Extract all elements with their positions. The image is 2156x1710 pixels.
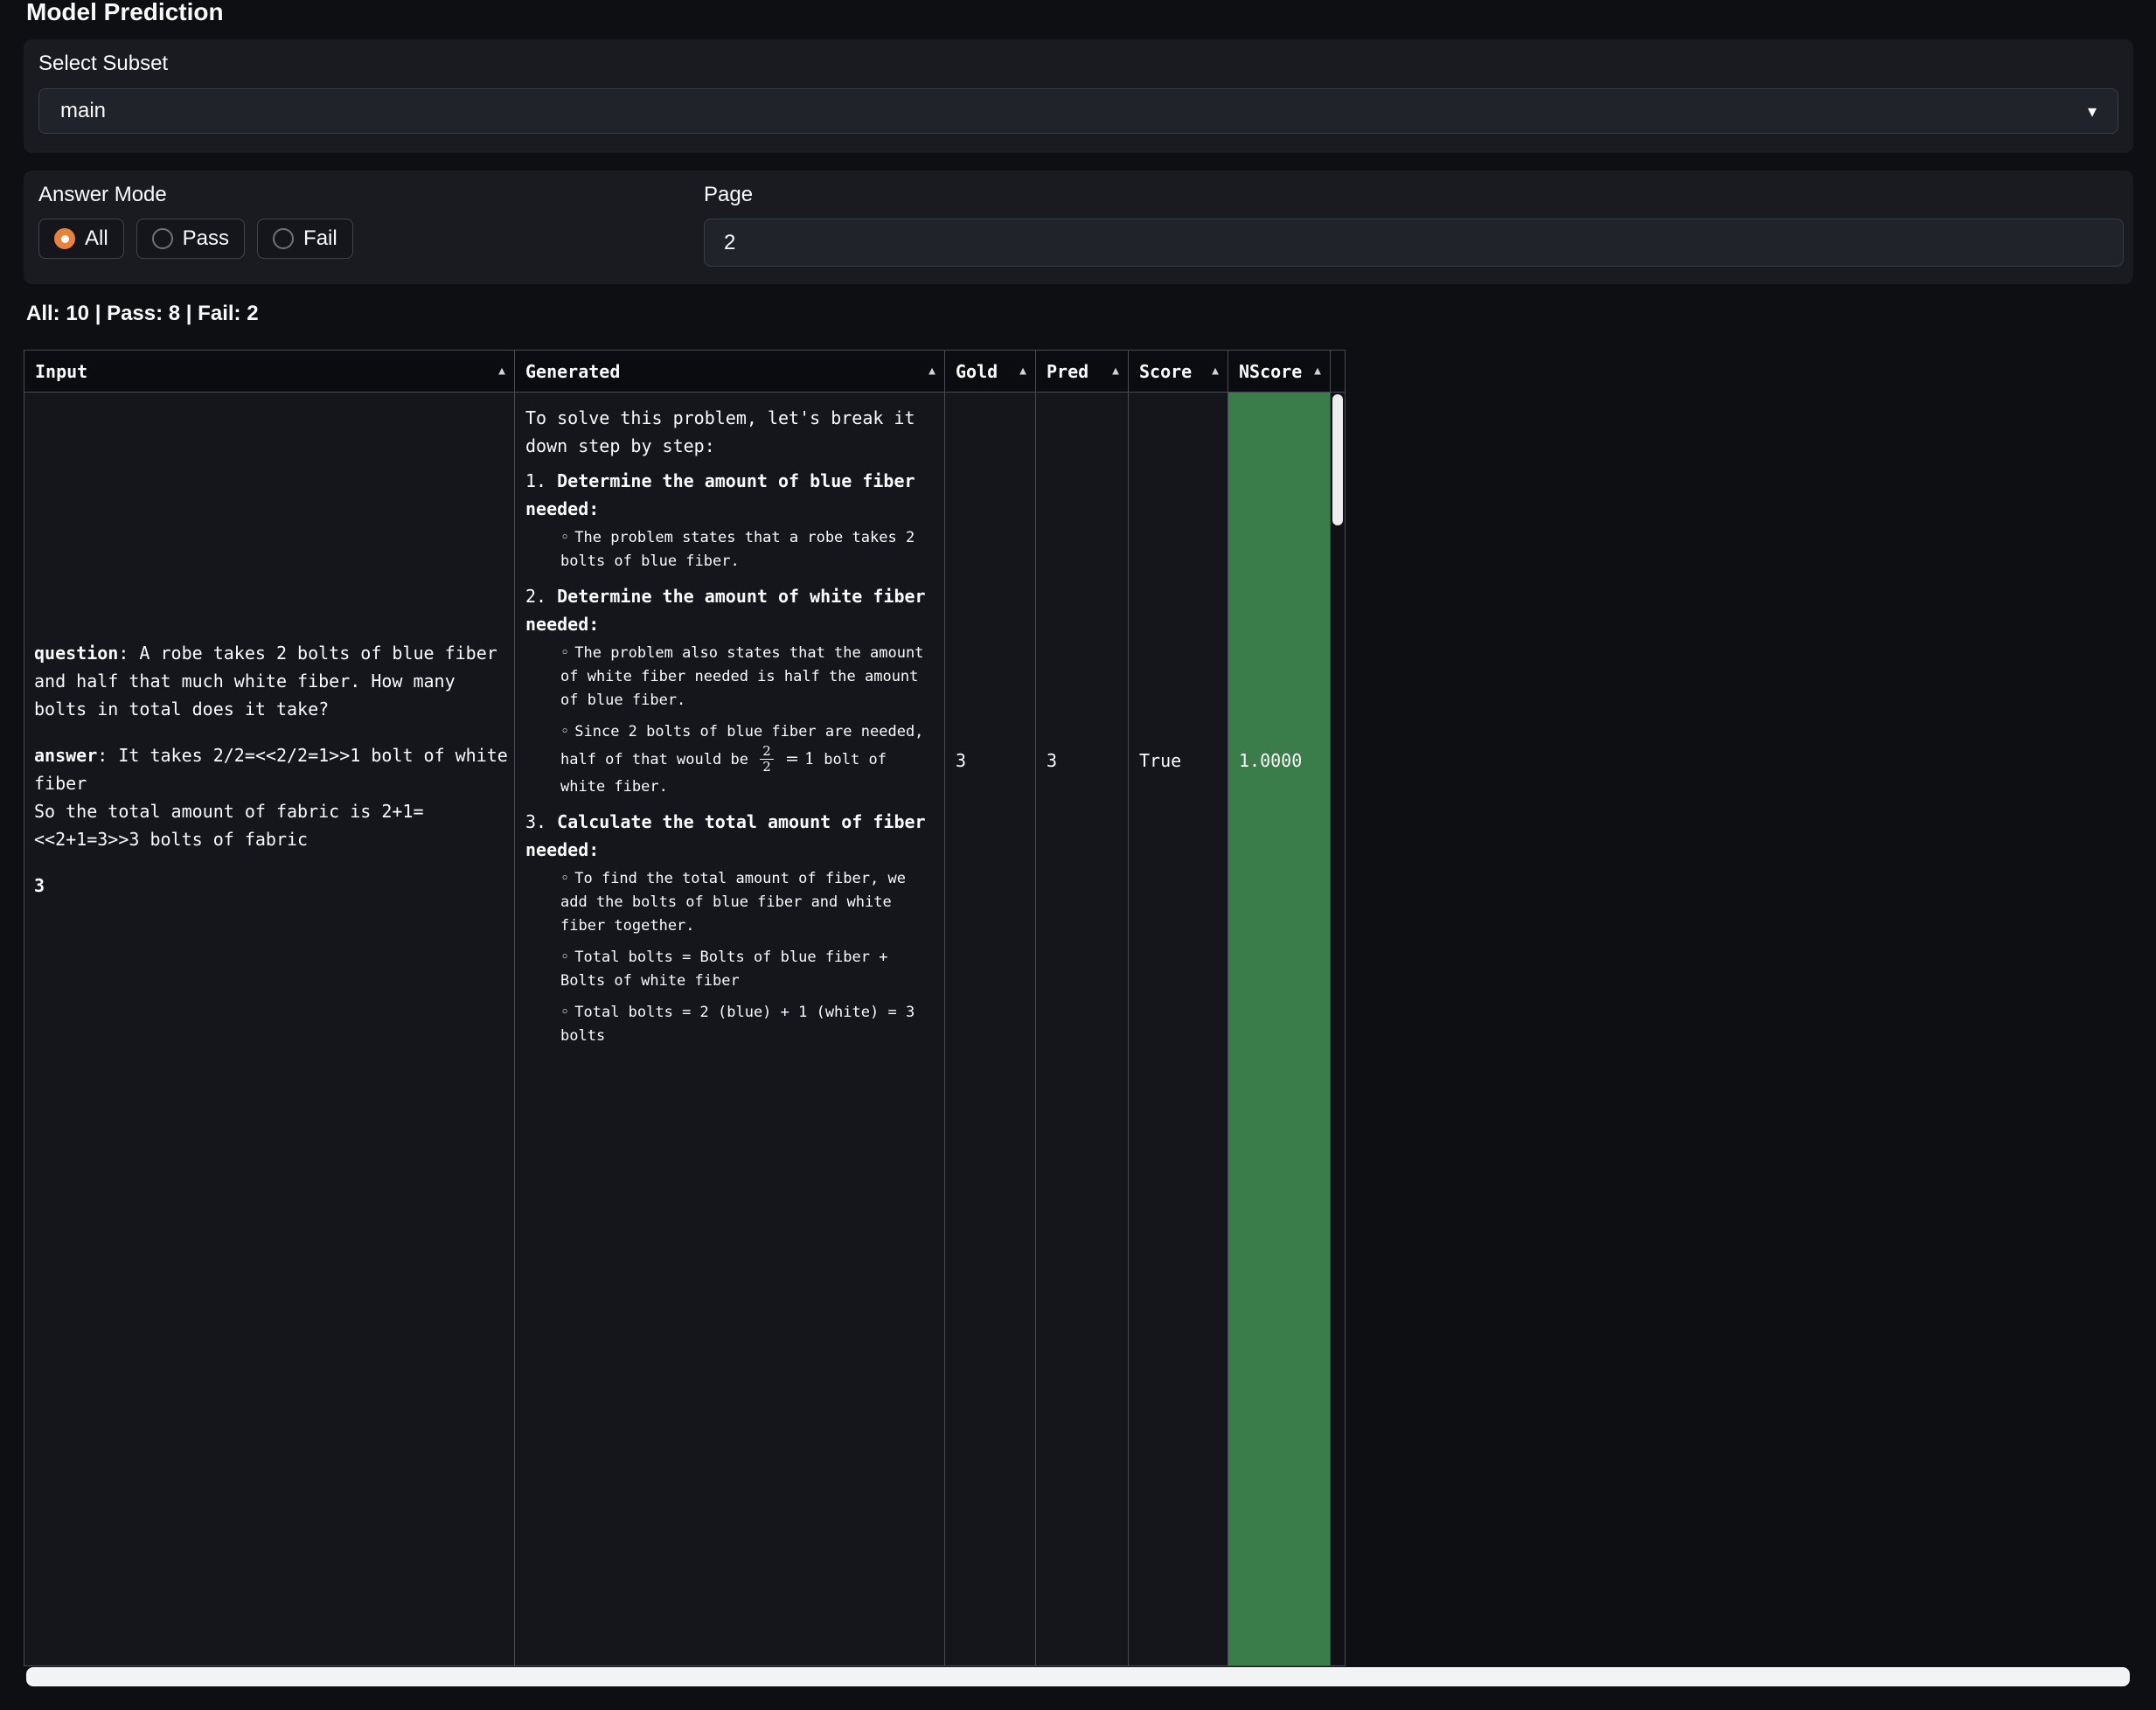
horizontal-scrollbar-thumb[interactable]	[26, 1667, 2130, 1686]
vertical-scrollbar-thumb[interactable]	[1332, 394, 1343, 525]
column-header-pred[interactable]: Pred ▲	[1036, 351, 1129, 392]
bullet-item-math: ◦Since 2 bolts of blue fiber are needed,…	[560, 720, 926, 799]
step-3-title: 3. Calculate the total amount of fiber n…	[525, 808, 926, 864]
radio-selected-icon	[54, 228, 75, 249]
column-header-nscore[interactable]: NScore ▲	[1228, 351, 1331, 392]
answer-text: answer: It takes 2/2=<<2/2=1>>1 bolt of …	[34, 741, 509, 853]
bullet-icon: ◦	[560, 1004, 569, 1021]
bullet-item: ◦Total bolts = 2 (blue) + 1 (white) = 3 …	[560, 1001, 926, 1048]
column-header-input[interactable]: Input ▲	[24, 351, 515, 392]
subset-panel: Select Subset main ▾	[24, 39, 2133, 153]
radio-option-all[interactable]: All	[38, 219, 124, 259]
radio-option-label: All	[85, 226, 108, 251]
page-title: Model Prediction	[26, 0, 224, 26]
sort-arrow-icon: ▲	[928, 365, 935, 378]
bullet-icon: ◦	[560, 644, 569, 662]
step-1-title: 1. Determine the amount of blue fiber ne…	[525, 467, 926, 523]
bullet-icon: ◦	[560, 949, 569, 966]
cell-gold[interactable]: 3	[945, 393, 1036, 1665]
subset-select[interactable]: main ▾	[38, 88, 2118, 134]
column-header-generated[interactable]: Generated ▲	[515, 351, 945, 392]
filters-panel: Answer Mode All Pass Fail Page	[24, 170, 2133, 284]
cell-nscore[interactable]: 1.0000	[1228, 393, 1331, 1665]
results-summary: All: 10 | Pass: 8 | Fail: 2	[26, 302, 259, 326]
page-number-label: Page	[704, 183, 753, 207]
step-3-bullets: ◦To find the total amount of fiber, we a…	[525, 867, 926, 1048]
equation-result: = 1	[785, 749, 815, 768]
bullet-item: ◦The problem states that a robe takes 2 …	[560, 526, 926, 573]
sort-arrow-icon: ▲	[1314, 365, 1321, 378]
bullet-icon: ◦	[560, 870, 569, 887]
table-header-row: Input ▲ Generated ▲ Gold ▲ Pred ▲ Score …	[24, 351, 1345, 393]
sort-arrow-icon: ▲	[498, 365, 505, 378]
subset-select-value: main	[60, 99, 106, 123]
radio-option-label: Pass	[183, 226, 229, 251]
radio-unselected-icon	[152, 228, 173, 249]
cell-pred[interactable]: 3	[1036, 393, 1129, 1665]
table-header-corner	[1331, 351, 1345, 392]
radio-option-fail[interactable]: Fail	[257, 219, 353, 259]
step-1-bullets: ◦The problem states that a robe takes 2 …	[525, 526, 926, 573]
cell-score[interactable]: True	[1129, 393, 1228, 1665]
results-table: Input ▲ Generated ▲ Gold ▲ Pred ▲ Score …	[24, 350, 1346, 1666]
sort-arrow-icon: ▲	[1212, 365, 1219, 378]
column-header-gold[interactable]: Gold ▲	[945, 351, 1036, 392]
column-header-score[interactable]: Score ▲	[1129, 351, 1228, 392]
table-row: question: A robe takes 2 bolts of blue f…	[24, 393, 1345, 1665]
cell-input[interactable]: question: A robe takes 2 bolts of blue f…	[24, 393, 515, 1665]
sort-arrow-icon: ▲	[1112, 365, 1119, 378]
answer-mode-label: Answer Mode	[38, 183, 167, 207]
sort-arrow-icon: ▲	[1019, 365, 1026, 378]
step-2-title: 2. Determine the amount of white fiber n…	[525, 582, 926, 638]
final-answer-text: 3	[34, 872, 509, 900]
chevron-down-icon: ▾	[2088, 101, 2097, 122]
radio-unselected-icon	[273, 228, 294, 249]
bullet-item: ◦To find the total amount of fiber, we a…	[560, 867, 926, 938]
bullet-icon: ◦	[560, 723, 569, 740]
answer-mode-radio-group: All Pass Fail	[38, 219, 353, 259]
radio-option-pass[interactable]: Pass	[136, 219, 245, 259]
page-number-input[interactable]	[704, 219, 2124, 267]
generated-intro: To solve this problem, let's break it do…	[525, 404, 926, 460]
bullet-icon: ◦	[560, 529, 569, 546]
fraction-formula: 22	[760, 744, 774, 775]
question-text: question: A robe takes 2 bolts of blue f…	[34, 639, 509, 723]
radio-option-label: Fail	[303, 226, 337, 251]
vertical-scrollbar[interactable]	[1331, 393, 1345, 1665]
cell-generated[interactable]: To solve this problem, let's break it do…	[515, 393, 945, 1665]
step-2-bullets: ◦The problem also states that the amount…	[525, 642, 926, 799]
bullet-item: ◦The problem also states that the amount…	[560, 642, 926, 712]
app-root: Model Prediction Select Subset main ▾ An…	[0, 0, 2156, 1710]
bullet-item: ◦Total bolts = Bolts of blue fiber + Bol…	[560, 946, 926, 993]
subset-label: Select Subset	[38, 52, 168, 76]
